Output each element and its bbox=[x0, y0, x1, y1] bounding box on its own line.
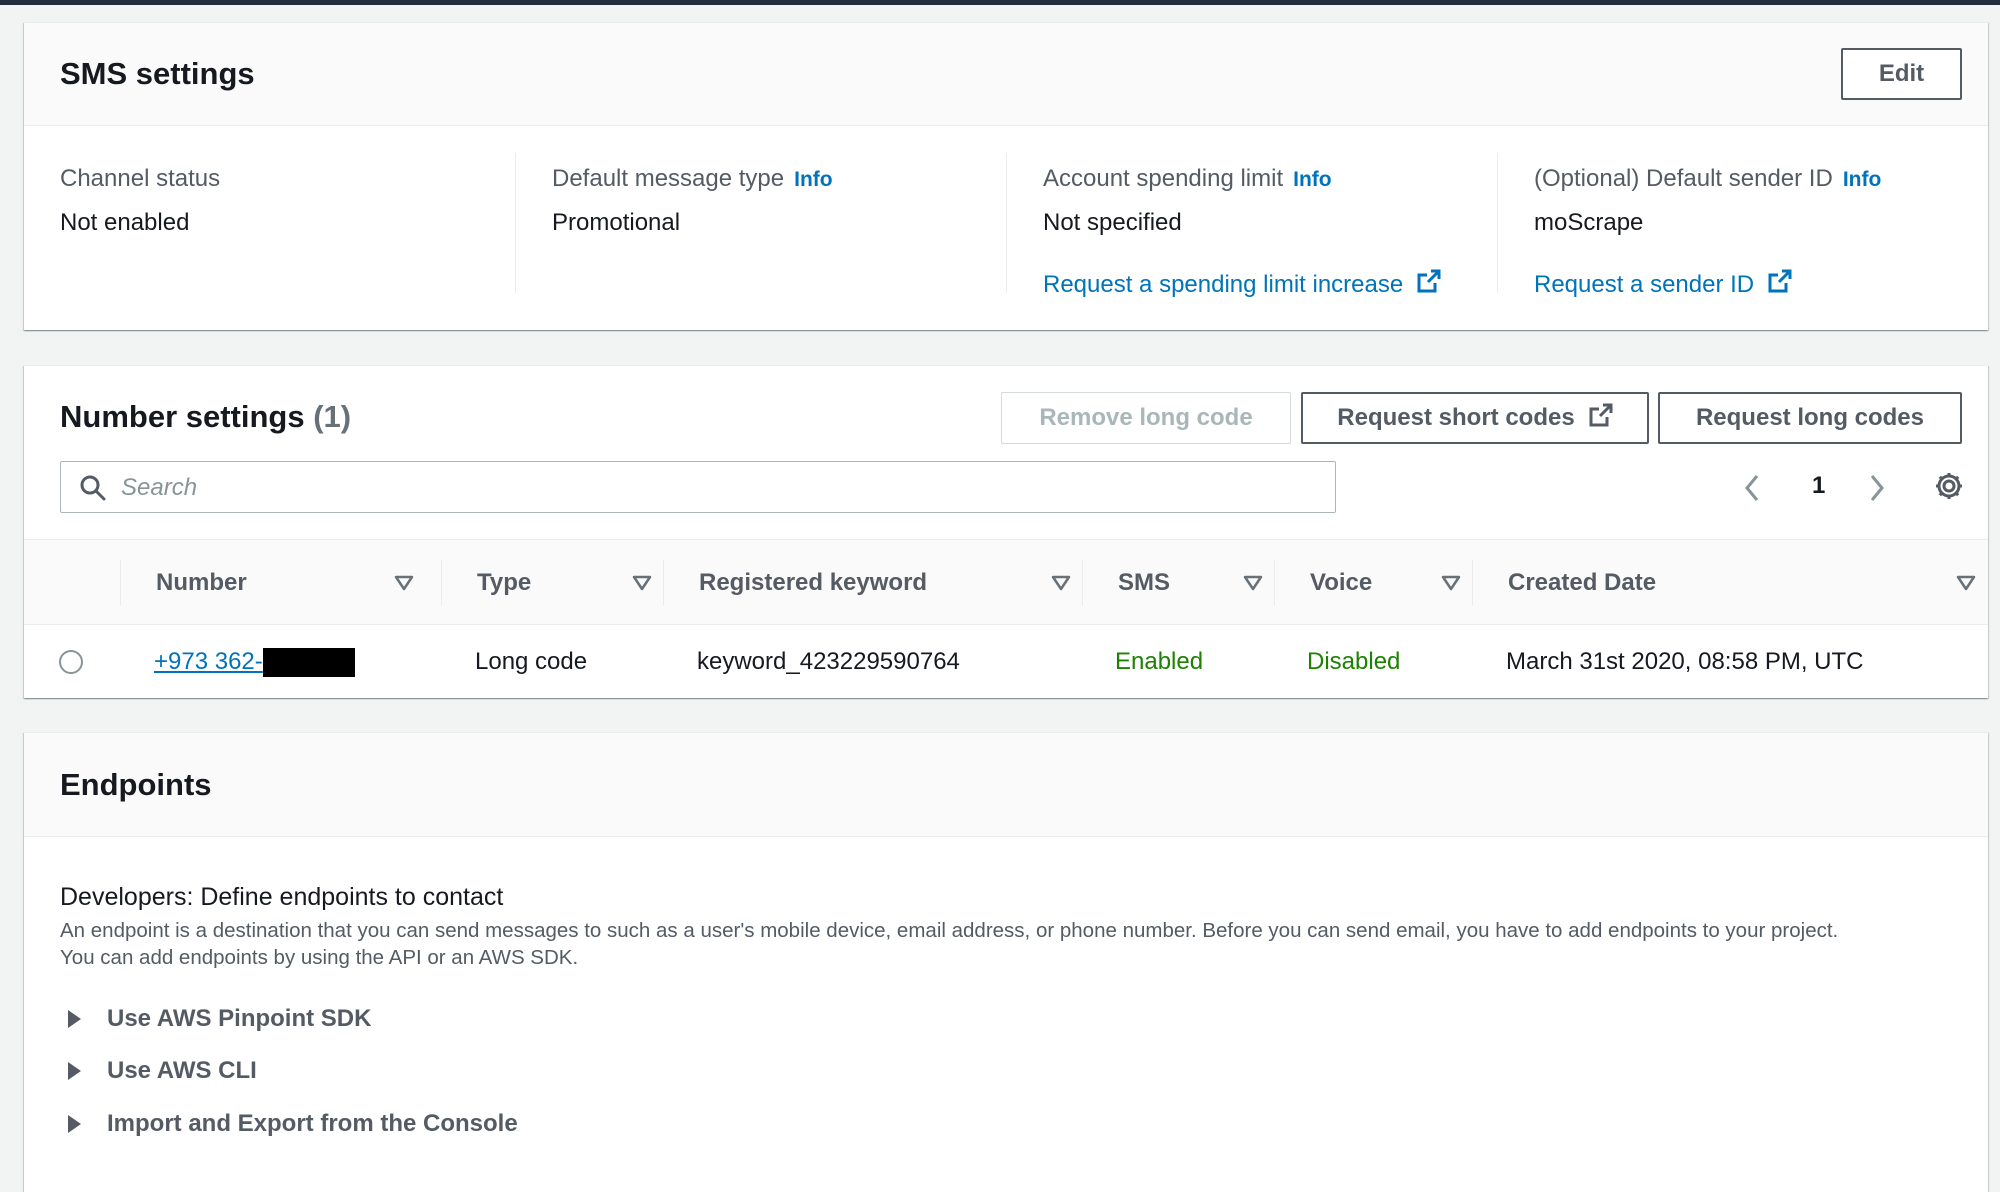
search-icon bbox=[79, 474, 107, 507]
number-count: (1) bbox=[313, 399, 352, 434]
search-input[interactable] bbox=[119, 470, 1303, 506]
field-account-spending-limit: Account spending limit Info Not specified… bbox=[1006, 153, 1497, 298]
type-cell: Long code bbox=[475, 648, 588, 675]
info-link[interactable]: Info bbox=[1293, 168, 1331, 191]
column-divider bbox=[441, 560, 442, 606]
field-default-sender-id: (Optional) Default sender ID Info moScrap… bbox=[1497, 153, 1988, 298]
column-divider bbox=[1472, 560, 1473, 606]
request-short-codes-button[interactable]: Request short codes bbox=[1301, 392, 1649, 444]
table-header: Number Type Registered keyword SMS Voice… bbox=[24, 539, 1988, 625]
description-line: You can add endpoints by using the API o… bbox=[60, 946, 579, 969]
endpoints-title: Endpoints bbox=[60, 767, 212, 802]
request-long-codes-button[interactable]: Request long codes bbox=[1658, 392, 1962, 444]
column-divider bbox=[663, 560, 664, 606]
column-header-number[interactable]: Number bbox=[120, 540, 441, 626]
expander-pinpoint-sdk[interactable]: Use AWS Pinpoint SDK bbox=[68, 1005, 371, 1033]
field-value: Promotional bbox=[552, 209, 681, 236]
sort-icon bbox=[632, 572, 652, 600]
column-header-created-date[interactable]: Created Date bbox=[1472, 540, 1988, 626]
field-value: moScrape bbox=[1534, 209, 1644, 236]
voice-status-cell: Disabled bbox=[1307, 648, 1401, 675]
field-value: Not enabled bbox=[60, 209, 190, 236]
endpoints-heading: Developers: Define endpoints to contact bbox=[60, 883, 504, 911]
external-link-icon bbox=[1768, 269, 1792, 300]
row-select-radio[interactable] bbox=[59, 650, 83, 674]
endpoints-panel: Endpoints Developers: Define endpoints t… bbox=[24, 732, 1988, 1192]
field-label: Account spending limit Info bbox=[1043, 165, 1332, 192]
info-link[interactable]: Info bbox=[794, 168, 832, 191]
caret-right-icon bbox=[68, 1062, 81, 1080]
sms-settings-title: SMS settings bbox=[60, 56, 255, 91]
sms-settings-panel: SMS settings Edit Channel status Not ena… bbox=[24, 22, 1988, 330]
sort-icon bbox=[1956, 572, 1976, 600]
sort-icon bbox=[1051, 572, 1071, 600]
expander-aws-cli[interactable]: Use AWS CLI bbox=[68, 1057, 257, 1085]
created-date-cell: March 31st 2020, 08:58 PM, UTC bbox=[1506, 648, 1864, 675]
edit-button[interactable]: Edit bbox=[1841, 48, 1962, 100]
keyword-cell: keyword_423229590764 bbox=[697, 648, 960, 675]
info-link[interactable]: Info bbox=[1843, 168, 1881, 191]
spending-limit-increase-link[interactable]: Request a spending limit increase bbox=[1043, 269, 1441, 300]
sort-icon bbox=[1243, 572, 1263, 600]
search-field[interactable] bbox=[60, 461, 1336, 513]
remove-long-code-button[interactable]: Remove long code bbox=[1001, 392, 1291, 444]
redacted-block bbox=[262, 647, 355, 677]
external-link-icon bbox=[1589, 403, 1613, 434]
column-header-type[interactable]: Type bbox=[441, 540, 663, 626]
expander-import-export[interactable]: Import and Export from the Console bbox=[68, 1110, 518, 1138]
number-settings-panel: Number settings (1) Remove long code Req… bbox=[24, 365, 1988, 698]
description-line: An endpoint is a destination that you ca… bbox=[60, 919, 1839, 942]
field-label: Channel status bbox=[60, 165, 221, 192]
sms-settings-header: SMS settings Edit bbox=[24, 23, 1988, 126]
endpoints-header: Endpoints bbox=[24, 733, 1988, 837]
field-channel-status: Channel status Not enabled bbox=[24, 153, 515, 293]
phone-number-link[interactable]: +973 362- bbox=[154, 648, 263, 676]
column-divider bbox=[1274, 560, 1275, 606]
page-number[interactable]: 1 bbox=[1812, 472, 1825, 500]
sort-icon bbox=[1441, 572, 1461, 600]
request-sender-id-link[interactable]: Request a sender ID bbox=[1534, 269, 1792, 300]
sort-icon bbox=[394, 572, 414, 600]
gear-icon[interactable] bbox=[1933, 470, 1965, 507]
top-bar bbox=[0, 0, 2000, 5]
field-value: Not specified bbox=[1043, 209, 1182, 236]
field-default-message-type: Default message type Info Promotional bbox=[515, 153, 1006, 293]
column-divider bbox=[120, 560, 121, 606]
previous-page-icon[interactable] bbox=[1740, 472, 1764, 509]
external-link-icon bbox=[1417, 269, 1441, 300]
column-header-registered-keyword[interactable]: Registered keyword bbox=[663, 540, 1082, 626]
number-cell[interactable]: +973 362- bbox=[154, 626, 355, 698]
column-header-sms[interactable]: SMS bbox=[1082, 540, 1274, 626]
caret-right-icon bbox=[68, 1115, 81, 1133]
field-label: (Optional) Default sender ID Info bbox=[1534, 165, 1882, 192]
sms-status-cell: Enabled bbox=[1115, 648, 1204, 675]
column-divider bbox=[1082, 560, 1083, 606]
endpoints-description: An endpoint is a destination that you ca… bbox=[60, 917, 1838, 971]
number-settings-title: Number settings (1) bbox=[60, 399, 352, 434]
column-header-voice[interactable]: Voice bbox=[1274, 540, 1472, 626]
field-label: Default message type Info bbox=[552, 165, 833, 192]
next-page-icon[interactable] bbox=[1865, 472, 1889, 509]
caret-right-icon bbox=[68, 1010, 81, 1028]
